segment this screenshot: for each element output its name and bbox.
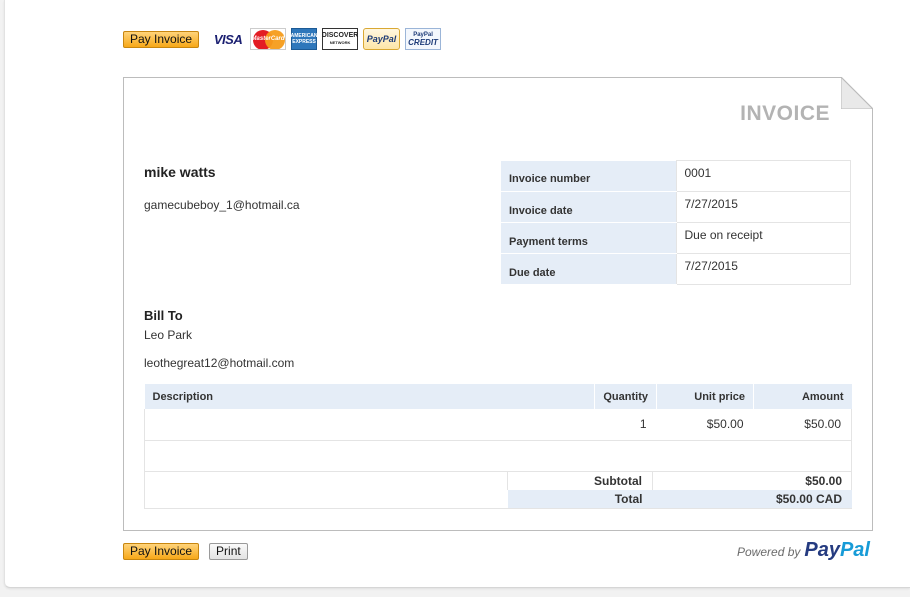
bill-to-label: Bill To	[144, 308, 183, 323]
powered-by-paypal: Powered by Pay Pal	[737, 539, 870, 562]
empty-cell	[144, 440, 595, 472]
amex-logo-icon: AMERICAN EXPRESS	[290, 28, 318, 50]
meta-row: Invoice number 0001	[501, 160, 851, 192]
sender-email: gamecubeboy_1@hotmail.ca	[144, 198, 300, 212]
totals-table: Subtotal $50.00 Total $50.00 CAD	[507, 471, 852, 508]
paypal-logo-icon: PayPal	[363, 28, 401, 50]
bottom-toolbar: Pay Invoice Print	[123, 543, 248, 560]
column-quantity: Quantity	[594, 384, 657, 409]
table-row-empty	[144, 440, 852, 472]
meta-label: Invoice date	[501, 191, 676, 223]
column-unit-price: Unit price	[656, 384, 754, 409]
paypal-credit-bottom-text: CREDIT	[408, 38, 438, 47]
line-items-table: Description Quantity Unit price Amount 1…	[144, 384, 852, 472]
bill-to-name: Leo Park	[144, 328, 193, 342]
invoice-paper: INVOICE mike watts gamecubeboy_1@hotmail…	[123, 77, 873, 531]
sender-name: mike watts	[144, 164, 216, 180]
item-quantity: 1	[594, 409, 657, 441]
meta-value: 7/27/2015	[675, 191, 851, 223]
discover-subtext: NETWORK	[329, 40, 351, 45]
mastercard-logo-icon: MasterCard	[250, 28, 287, 50]
visa-text: VISA	[213, 31, 243, 47]
meta-value: 0001	[675, 160, 851, 192]
item-unit-price: $50.00	[656, 409, 754, 441]
subtotal-label: Subtotal	[507, 471, 653, 490]
meta-row: Invoice date 7/27/2015	[501, 191, 851, 223]
mastercard-text: MasterCard	[251, 36, 285, 42]
pay-invoice-button-bottom[interactable]: Pay Invoice	[123, 543, 200, 560]
line-items-header: Description Quantity Unit price Amount	[144, 384, 852, 409]
empty-cell	[594, 440, 657, 472]
amex-text: AMERICAN EXPRESS	[290, 33, 318, 45]
table-row: 1 $50.00 $50.00	[144, 409, 852, 441]
subtotal-row: Subtotal $50.00	[507, 471, 852, 490]
total-value: $50.00 CAD	[652, 489, 852, 508]
meta-value: 7/27/2015	[675, 253, 851, 285]
paypal-brand-part1: Pay	[804, 539, 840, 561]
paypal-brand-part2: Pal	[839, 539, 870, 561]
meta-label: Payment terms	[501, 222, 676, 254]
column-description: Description	[144, 384, 595, 409]
discover-text: DISCOVER	[321, 32, 359, 39]
powered-by-text: Powered by	[737, 545, 801, 559]
meta-label: Invoice number	[501, 160, 676, 192]
invoice-meta-table: Invoice number 0001 Invoice date 7/27/20…	[501, 160, 851, 285]
column-amount: Amount	[753, 384, 852, 409]
meta-value: Due on receipt	[675, 222, 851, 254]
paypal-text: PayPal	[366, 34, 397, 44]
print-button[interactable]: Print	[209, 543, 248, 560]
page-fold-svg	[841, 77, 873, 109]
visa-logo-icon: VISA	[211, 28, 245, 50]
meta-row: Due date 7/27/2015	[501, 253, 851, 285]
top-toolbar: Pay Invoice VISA MasterCard AMERICAN EXP…	[123, 27, 446, 51]
empty-cell	[753, 440, 852, 472]
pay-invoice-button-top[interactable]: Pay Invoice	[123, 30, 200, 48]
totals-section: Subtotal $50.00 Total $50.00 CAD	[144, 471, 852, 509]
meta-label: Due date	[501, 253, 676, 285]
bill-to-email: leothegreat12@hotmail.com	[144, 356, 295, 370]
item-amount: $50.00	[753, 409, 852, 441]
page-fold-icon	[841, 77, 873, 109]
subtotal-value: $50.00	[652, 471, 852, 490]
paypal-credit-logo-icon: PayPal CREDIT	[405, 28, 442, 50]
meta-row: Payment terms Due on receipt	[501, 222, 851, 254]
discover-logo-icon: DISCOVER NETWORK	[322, 28, 358, 50]
page-container: Pay Invoice VISA MasterCard AMERICAN EXP…	[4, 0, 910, 588]
empty-cell	[656, 440, 754, 472]
accepted-cards: VISA MasterCard AMERICAN EXPRESS DISCOVE…	[211, 28, 446, 50]
total-row: Total $50.00 CAD	[507, 489, 852, 508]
invoice-title: INVOICE	[740, 102, 830, 125]
item-description	[144, 409, 595, 441]
total-label: Total	[507, 489, 653, 508]
